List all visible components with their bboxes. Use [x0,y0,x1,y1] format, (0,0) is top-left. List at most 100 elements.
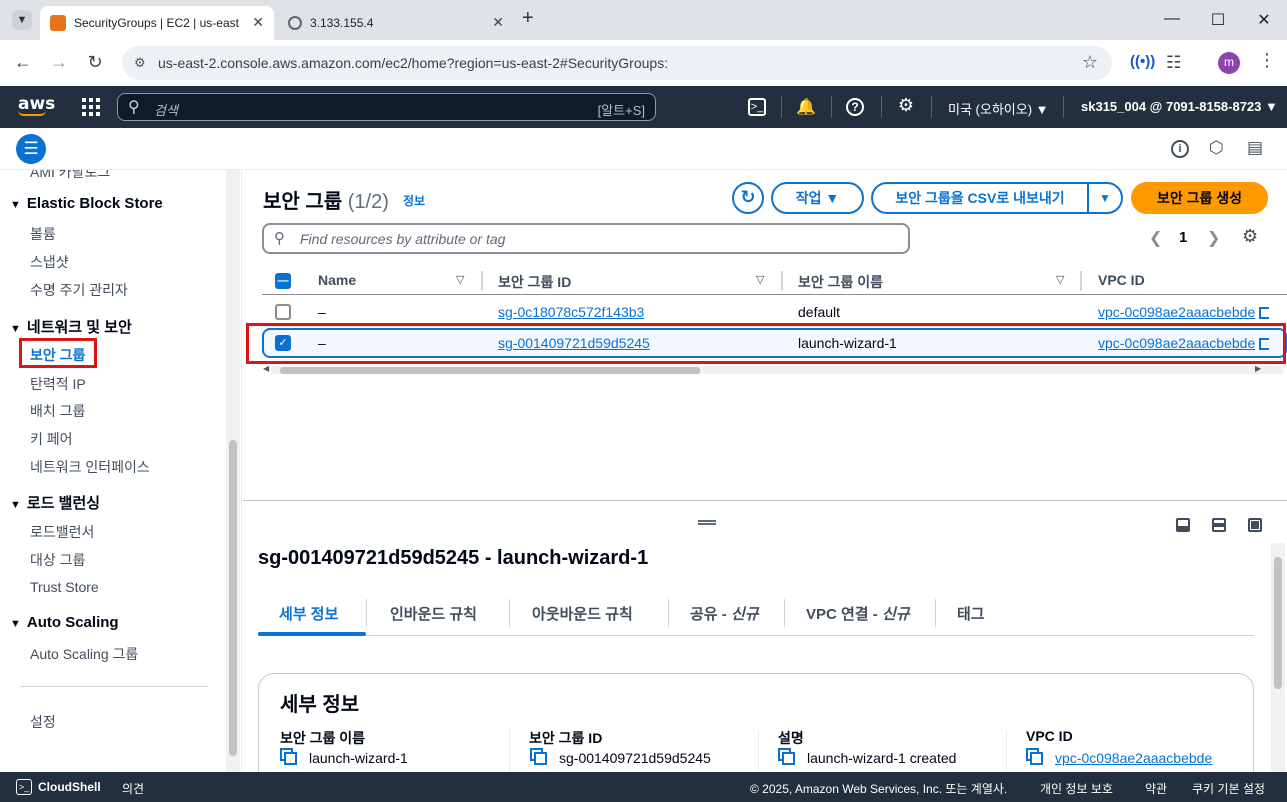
feedback-link[interactable]: 의견 [122,780,144,797]
new-tab-button[interactable]: + [522,7,534,30]
sidebar-item-load-balancers[interactable]: 로드밸런서 [30,522,94,542]
sidebar-section-network[interactable]: ▼ 네트워크 및 보안 [10,316,132,337]
tab-inbound-rules[interactable]: 인바운드 규칙 [390,603,477,624]
row-checkbox[interactable] [275,304,291,320]
site-info-icon[interactable]: ⚙ [134,55,146,71]
url-bar[interactable]: ⚙ us-east-2.console.aws.amazon.com/ec2/h… [122,46,1112,80]
browser-tab-securitygroups[interactable]: SecurityGroups | EC2 | us-east ✕ [40,6,274,40]
info-icon[interactable]: i [1171,140,1189,158]
browser-tab-ip[interactable]: 3.133.155.4 ✕ [278,6,514,40]
sidebar-item-target-groups[interactable]: 대상 그룹 [30,550,85,570]
aws-search-input[interactable]: ⚲ 검색 [알트+S] [117,93,656,121]
prev-page-icon[interactable]: ❮ [1149,228,1162,248]
sidebar-section-auto-scaling[interactable]: ▼ Auto Scaling [10,614,119,631]
table-scroll-thumb[interactable] [280,367,700,374]
export-csv-button[interactable]: 보안 그룹을 CSV로 내보내기 [871,182,1089,214]
create-security-group-button[interactable]: 보안 그룹 생성 [1131,182,1268,214]
services-grid-icon[interactable] [82,98,100,116]
title-text: 보안 그룹 [263,191,343,213]
cell-sg-id-link[interactable]: sg-0c18078c572f143b3 [498,304,644,320]
column-header-sg-name[interactable]: 보안 그룹 이름 [798,272,883,292]
region-selector[interactable]: 미국 (오하이오) ▼ [948,99,1049,118]
copy-icon[interactable] [534,752,547,765]
sidebar-scroll-thumb[interactable] [229,440,237,756]
profile-avatar[interactable]: m [1218,52,1240,74]
sort-icon[interactable]: ▽ [1056,273,1064,286]
scroll-left-icon[interactable]: ◀ [263,364,269,373]
cloudshell-icon[interactable]: >_ [748,98,766,116]
layout-full-icon[interactable] [1248,518,1262,532]
sidebar-section-ebs[interactable]: ▼ Elastic Block Store [10,195,163,212]
scroll-right-icon[interactable]: ▶ [1255,364,1261,373]
layout-side-icon[interactable] [1212,518,1226,532]
close-window-icon[interactable]: ✕ [1254,10,1274,30]
tab-outbound-rules[interactable]: 아웃바운드 규칙 [532,603,633,624]
aws-logo[interactable]: aws [18,94,55,116]
tab-vpc-associations[interactable]: VPC 연결 - 신규 [806,603,910,624]
sidebar-item-trust-store[interactable]: Trust Store [30,579,99,595]
chrome-menu-icon[interactable]: ⋮ [1258,50,1276,71]
bookmark-star-icon[interactable]: ☆ [1082,52,1098,73]
sidebar-item-placement-groups[interactable]: 배치 그룹 [30,401,85,421]
sort-icon[interactable]: ▽ [456,273,464,286]
sidebar-item-elastic-ip[interactable]: 탄력적 IP [30,374,86,394]
sidebar-item-network-interfaces[interactable]: 네트워크 인터페이스 [30,457,150,477]
sidebar-item-settings[interactable]: 설정 [30,712,56,732]
tab-details[interactable]: 세부 정보 [279,603,338,624]
terms-link[interactable]: 약관 [1145,780,1167,797]
page-number[interactable]: 1 [1179,229,1187,246]
tab-search-button[interactable]: ▼ [12,10,32,30]
export-dropdown-button[interactable]: ▼ [1087,182,1123,214]
feedback-icon[interactable]: ▤ [1247,138,1263,158]
vpc-link[interactable]: vpc-0c098ae2aaacbebde [1055,750,1212,766]
next-page-icon[interactable]: ❯ [1207,228,1220,248]
privacy-link[interactable]: 개인 정보 보호 [1040,780,1113,797]
cookie-preferences-link[interactable]: 쿠키 기본 설정 [1192,780,1265,797]
sort-icon[interactable]: ▽ [756,273,764,286]
sidebar-item-key-pairs[interactable]: 키 페어 [30,429,73,449]
sidebar-item-cut[interactable]: AMI 카탈로그 [30,170,110,182]
settings-gear-icon[interactable]: ⚙ [896,95,916,116]
actions-button[interactable]: 작업 ▼ [771,182,864,214]
maximize-icon[interactable]: ☐ [1208,10,1228,30]
back-icon[interactable]: ← [12,52,34,73]
extension-radio-icon[interactable]: ((•)) [1130,53,1155,70]
select-all-checkbox[interactable]: — [275,273,291,289]
field-value[interactable]: vpc-0c098ae2aaacbebde [1030,750,1212,766]
detail-scroll-thumb[interactable] [1274,557,1282,689]
layout-bottom-icon[interactable] [1176,518,1190,532]
close-tab-icon[interactable]: ✕ [492,14,504,31]
sidebar-section-load-balancing[interactable]: ▼ 로드 밸런싱 [10,492,100,513]
forward-icon[interactable]: → [48,52,70,73]
copy-icon[interactable] [782,752,795,765]
cloudshell-link[interactable]: CloudShell [38,780,101,794]
tab-sharing[interactable]: 공유 - 신규 [690,603,759,624]
table-preferences-gear-icon[interactable]: ⚙ [1242,226,1258,247]
side-nav-toggle-icon[interactable]: ☰ [16,134,46,164]
sidebar-item-lifecycle[interactable]: 수명 주기 관리자 [30,280,128,300]
bell-icon[interactable]: 🔔 [796,97,816,117]
help-icon[interactable]: ? [846,98,864,116]
filter-input[interactable]: ⚲ Find resources by attribute or tag [262,223,910,254]
minimize-icon[interactable]: — [1162,10,1182,28]
extensions-puzzle-icon[interactable]: ☷ [1166,53,1181,73]
column-header-name[interactable]: Name [318,272,356,288]
sidebar-item-volumes[interactable]: 볼륨 [30,224,56,244]
refresh-button[interactable]: ↻ [732,182,764,214]
column-header-vpc-id[interactable]: VPC ID [1098,272,1145,288]
close-tab-icon[interactable]: ✕ [252,14,264,31]
copy-icon[interactable] [1030,752,1043,765]
notifications-shield-icon[interactable]: ⬡ [1209,138,1224,158]
drag-handle-icon[interactable] [698,520,716,525]
sidebar-item-asg[interactable]: Auto Scaling 그룹 [30,644,138,664]
info-link[interactable]: 정보 [403,192,425,209]
reload-icon[interactable]: ↻ [84,52,106,73]
cloudshell-icon[interactable]: >_ [16,779,32,795]
tab-tags[interactable]: 태그 [957,603,985,624]
account-menu[interactable]: sk315_004 @ 7091-8158-8723 ▼ [1081,99,1278,114]
copy-icon[interactable] [284,752,297,765]
page-title: 보안 그룹 (1/2) [263,185,389,214]
cell-vpc-link[interactable]: vpc-0c098ae2aaacbebde [1098,304,1270,320]
column-header-sg-id[interactable]: 보안 그룹 ID [498,272,571,292]
sidebar-item-snapshots[interactable]: 스냅샷 [30,252,69,272]
